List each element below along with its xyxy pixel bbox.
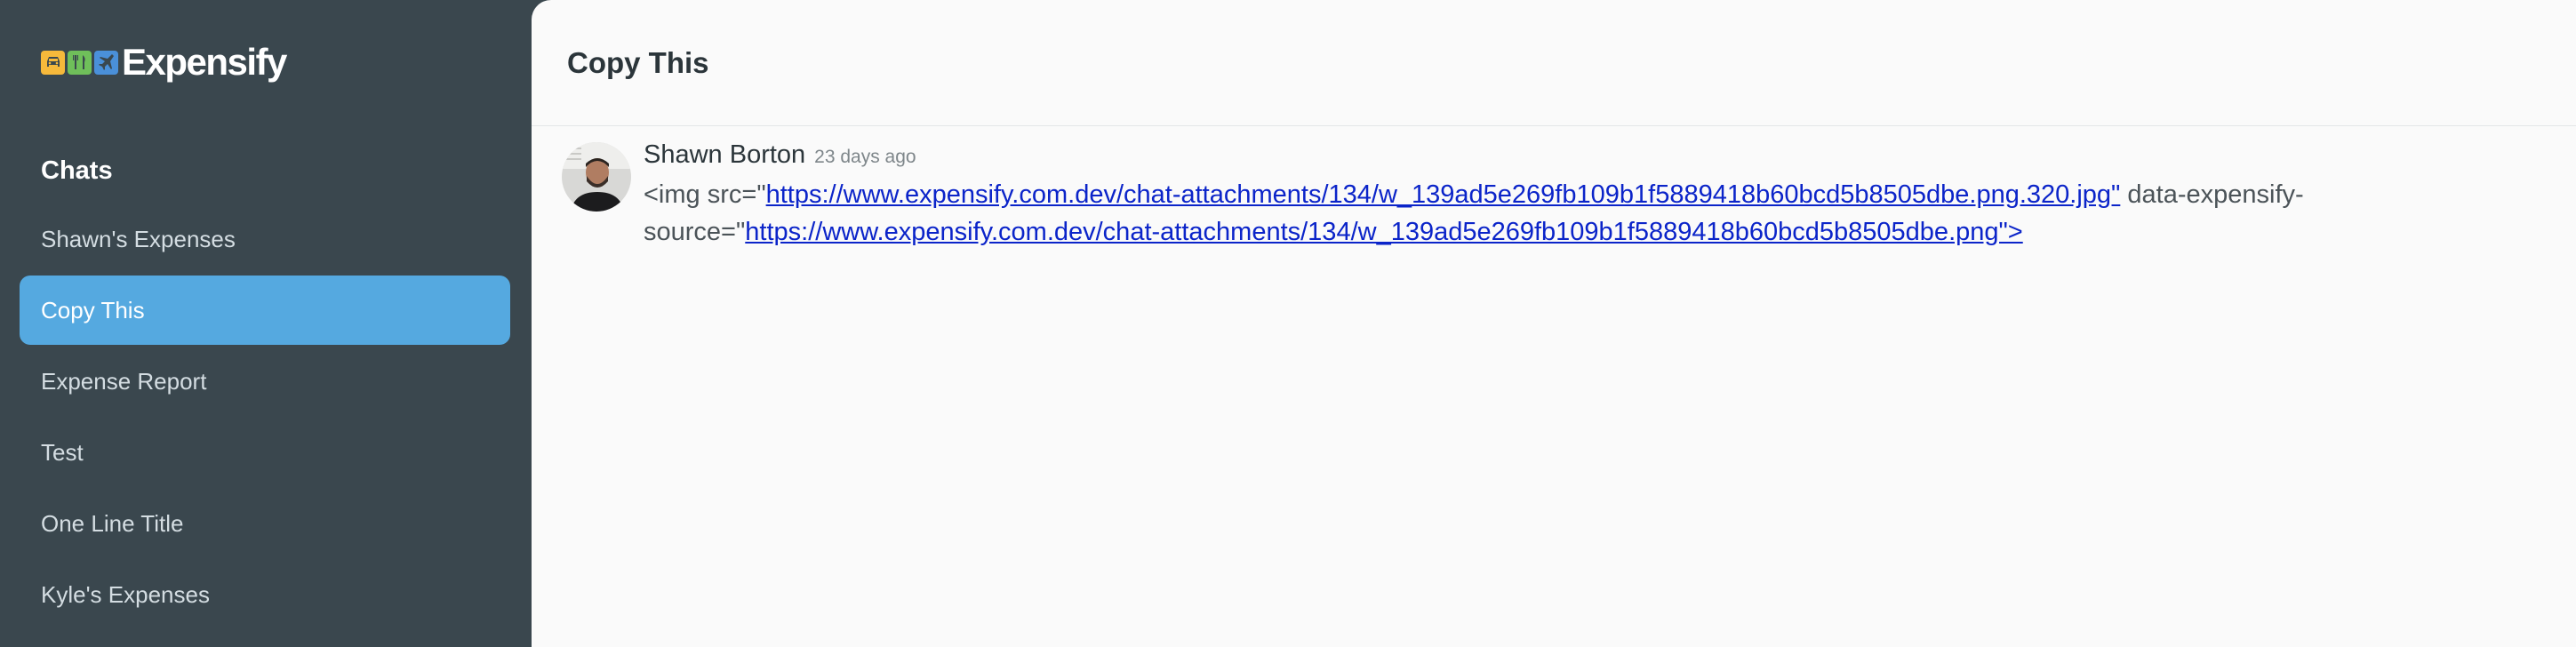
chat-item-shawns-expenses[interactable]: Shawn's Expenses — [20, 204, 510, 274]
message-text: <img src="https://www.expensify.com.dev/… — [644, 176, 2555, 251]
message-header: Shawn Borton 23 days ago — [644, 140, 2555, 180]
attachment-link-thumbnail[interactable]: https://www.expensify.com.dev/chat-attac… — [766, 180, 2121, 209]
message-author[interactable]: Shawn Borton — [644, 140, 805, 170]
attachment-link-source[interactable]: https://www.expensify.com.dev/chat-attac… — [745, 218, 2022, 246]
car-icon — [41, 50, 65, 75]
utensils-icon — [68, 50, 92, 75]
avatar[interactable] — [562, 142, 631, 212]
app-window: Expensify Chats Shawn's Expenses Copy Th… — [0, 0, 2576, 647]
chat-header: Copy This — [532, 0, 2576, 126]
sidebar: Expensify Chats Shawn's Expenses Copy Th… — [0, 0, 532, 647]
airplane-icon — [94, 50, 118, 75]
chat-title: Copy This — [567, 45, 709, 79]
logo-icons — [41, 50, 118, 75]
chat-panel: Copy This Shawn Borton 23 days ago <img … — [532, 0, 2576, 647]
logo-wordmark: Expensify — [122, 41, 287, 83]
chat-item-kyles-expenses[interactable]: Kyle's Expenses — [20, 560, 510, 629]
chat-item-expense-report[interactable]: Expense Report — [20, 347, 510, 416]
message-text-prefix: <img src=" — [644, 180, 766, 209]
expensify-logo[interactable]: Expensify — [41, 41, 287, 84]
chats-heading: Chats — [41, 156, 113, 185]
chat-message: Shawn Borton 23 days ago <img src="https… — [562, 140, 2540, 251]
chat-item-one-line-title[interactable]: One Line Title — [20, 489, 510, 558]
chat-item-copy-this[interactable]: Copy This — [20, 276, 510, 345]
chat-item-test[interactable]: Test — [20, 418, 510, 487]
message-timestamp: 23 days ago — [814, 147, 916, 167]
message-body: Shawn Borton 23 days ago <img src="https… — [644, 140, 2555, 251]
chat-list: Shawn's Expenses Copy This Expense Repor… — [20, 204, 510, 631]
